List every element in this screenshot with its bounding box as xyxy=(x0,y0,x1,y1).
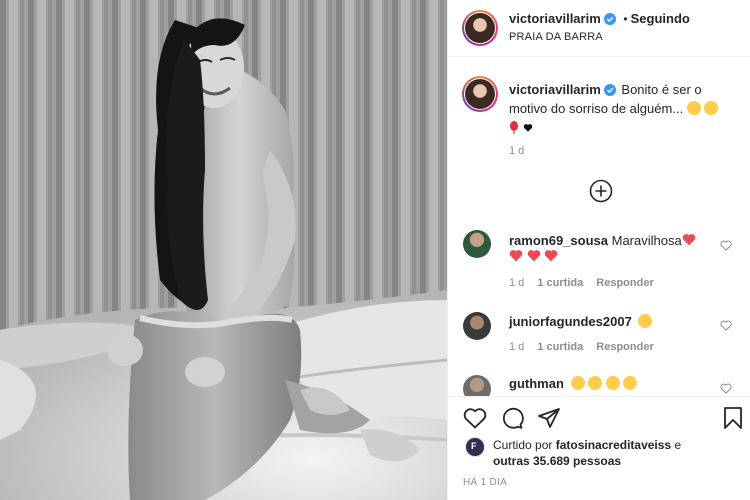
caption-username[interactable]: victoriavillarim xyxy=(509,82,601,97)
following-button[interactable]: Seguindo xyxy=(631,11,690,26)
commenter-avatar[interactable] xyxy=(463,312,491,340)
commenter-avatar[interactable] xyxy=(463,230,491,258)
comment-item: juniorfagundes2007 1 d 1 curtida Respond… xyxy=(448,310,750,360)
post-actions: F Curtido por fatosinacreditaveiss e out… xyxy=(448,396,750,500)
post-location[interactable]: PRAIA DA BARRA xyxy=(509,31,603,43)
post-photo[interactable] xyxy=(0,0,447,500)
caption-age: 1 d xyxy=(509,145,525,157)
comment-like-heart-icon[interactable] xyxy=(720,320,732,331)
verified-badge-icon xyxy=(603,84,616,96)
liker-avatar-logo-icon: F xyxy=(471,441,477,451)
instagram-post: victoriavillarim • Seguindo PRAIA DA BARR… xyxy=(0,0,750,500)
likes-summary: Curtido por fatosinacreditaveiss e outra… xyxy=(493,437,743,469)
commenter-avatar[interactable] xyxy=(463,375,491,396)
balloon-icon xyxy=(510,121,518,134)
caption-block: victoriavillarim Bonito é ser o motivo d… xyxy=(448,74,750,164)
verified-badge-icon xyxy=(603,13,616,25)
commenter-username[interactable]: ramon69_sousa xyxy=(509,233,608,248)
likes-and: e xyxy=(674,438,682,452)
heart-emoji-icon xyxy=(509,250,523,262)
heart-eyes-face-icon xyxy=(704,101,719,115)
kissing-face-icon xyxy=(623,376,638,390)
author-avatar[interactable] xyxy=(462,10,498,46)
plus-circle-icon[interactable] xyxy=(589,179,613,203)
heart-outline-icon[interactable] xyxy=(463,407,487,429)
heart-emoji-icon xyxy=(544,250,558,262)
comment-icon[interactable] xyxy=(500,406,524,430)
comment-meta: 1 d 1 curtida Responder xyxy=(509,341,654,353)
heart-emoji-icon xyxy=(682,234,696,246)
author-username[interactable]: victoriavillarim xyxy=(509,11,601,26)
caption-author-avatar[interactable] xyxy=(462,76,498,112)
comment-text: Maravilhosa xyxy=(611,233,682,248)
paper-plane-icon[interactable] xyxy=(537,406,561,430)
likes-others-count[interactable]: outras 35.689 pessoas xyxy=(493,454,621,468)
post-header: victoriavillarim • Seguindo PRAIA DA BARR… xyxy=(448,0,750,57)
kissing-face-icon xyxy=(638,314,653,328)
heart-emoji-icon xyxy=(527,250,540,262)
comment-item: ramon69_sousa Maravilhosa 1 d 1 curtida … xyxy=(448,226,750,292)
comment-like-heart-icon[interactable] xyxy=(720,240,732,251)
reply-button[interactable]: Responder xyxy=(596,341,653,353)
liker-avatar[interactable]: F xyxy=(465,437,485,457)
likes-prefix: Curtido por xyxy=(493,438,553,452)
black-heart-icon xyxy=(523,124,532,132)
post-sidebar: victoriavillarim • Seguindo PRAIA DA BARR… xyxy=(447,0,750,500)
kissing-face-icon xyxy=(570,376,585,390)
comment-item: guthman xyxy=(448,374,750,396)
comment-meta: 1 d 1 curtida Responder xyxy=(509,277,654,289)
comment-age: 1 d xyxy=(509,341,525,353)
comment-likes-count[interactable]: 1 curtida xyxy=(537,341,583,353)
liker-username[interactable]: fatosinacreditaveiss xyxy=(556,438,671,452)
follow-separator: • xyxy=(623,12,628,26)
caption-text-block: victoriavillarim Bonito é ser o motivo d… xyxy=(509,80,739,137)
post-timestamp[interactable]: HÁ 1 DIA xyxy=(463,477,507,488)
post-photo-image xyxy=(0,0,447,500)
bookmark-icon[interactable] xyxy=(722,406,744,430)
comment-like-heart-icon[interactable] xyxy=(720,383,732,394)
reply-button[interactable]: Responder xyxy=(596,277,653,289)
kissing-face-icon xyxy=(605,376,620,390)
comment-likes-count[interactable]: 1 curtida xyxy=(537,277,583,289)
commenter-username[interactable]: guthman xyxy=(509,376,564,391)
kissing-face-icon xyxy=(588,376,603,390)
grinning-face-icon xyxy=(686,101,701,115)
comment-age: 1 d xyxy=(509,277,525,289)
commenter-username[interactable]: juniorfagundes2007 xyxy=(509,314,632,329)
